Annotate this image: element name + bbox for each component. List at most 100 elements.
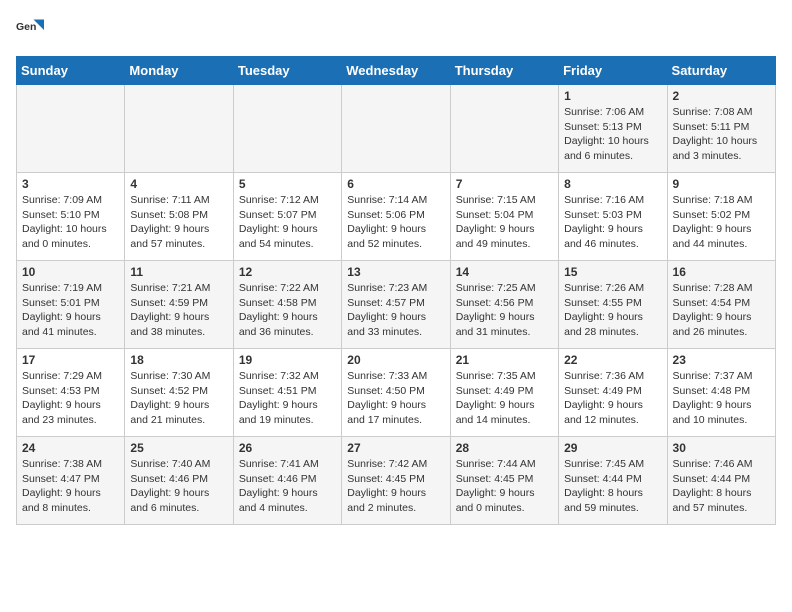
daylight-label: Daylight: 9 hours and 44 minutes. [673, 223, 752, 250]
day-info: Sunrise: 7:38 AM Sunset: 4:47 PM Dayligh… [22, 457, 119, 516]
weekday-header-row: SundayMondayTuesdayWednesdayThursdayFrid… [17, 57, 776, 85]
day-info: Sunrise: 7:23 AM Sunset: 4:57 PM Dayligh… [347, 281, 444, 340]
weekday-header: Friday [559, 57, 667, 85]
calendar-cell: 21 Sunrise: 7:35 AM Sunset: 4:49 PM Dayl… [450, 349, 558, 437]
sunrise-label: Sunrise: 7:35 AM [456, 370, 536, 382]
daylight-label: Daylight: 9 hours and 0 minutes. [456, 487, 535, 514]
calendar-cell [450, 85, 558, 173]
calendar-cell: 22 Sunrise: 7:36 AM Sunset: 4:49 PM Dayl… [559, 349, 667, 437]
day-info: Sunrise: 7:18 AM Sunset: 5:02 PM Dayligh… [673, 193, 770, 252]
calendar-cell [125, 85, 233, 173]
day-number: 24 [22, 441, 119, 455]
daylight-label: Daylight: 8 hours and 59 minutes. [564, 487, 643, 514]
logo: Gen [16, 16, 48, 44]
day-info: Sunrise: 7:42 AM Sunset: 4:45 PM Dayligh… [347, 457, 444, 516]
sunrise-label: Sunrise: 7:12 AM [239, 194, 319, 206]
sunset-label: Sunset: 4:48 PM [673, 385, 751, 397]
sunset-label: Sunset: 4:44 PM [673, 473, 751, 485]
sunrise-label: Sunrise: 7:22 AM [239, 282, 319, 294]
day-info: Sunrise: 7:46 AM Sunset: 4:44 PM Dayligh… [673, 457, 770, 516]
calendar-cell: 29 Sunrise: 7:45 AM Sunset: 4:44 PM Dayl… [559, 437, 667, 525]
day-number: 8 [564, 177, 661, 191]
day-number: 20 [347, 353, 444, 367]
calendar-cell: 28 Sunrise: 7:44 AM Sunset: 4:45 PM Dayl… [450, 437, 558, 525]
weekday-header: Tuesday [233, 57, 341, 85]
day-info: Sunrise: 7:19 AM Sunset: 5:01 PM Dayligh… [22, 281, 119, 340]
daylight-label: Daylight: 9 hours and 12 minutes. [564, 399, 643, 426]
sunrise-label: Sunrise: 7:44 AM [456, 458, 536, 470]
calendar-cell: 11 Sunrise: 7:21 AM Sunset: 4:59 PM Dayl… [125, 261, 233, 349]
calendar-cell: 26 Sunrise: 7:41 AM Sunset: 4:46 PM Dayl… [233, 437, 341, 525]
sunrise-label: Sunrise: 7:33 AM [347, 370, 427, 382]
daylight-label: Daylight: 9 hours and 2 minutes. [347, 487, 426, 514]
calendar-cell: 7 Sunrise: 7:15 AM Sunset: 5:04 PM Dayli… [450, 173, 558, 261]
sunset-label: Sunset: 4:55 PM [564, 297, 642, 309]
sunset-label: Sunset: 4:44 PM [564, 473, 642, 485]
sunset-label: Sunset: 4:49 PM [456, 385, 534, 397]
day-number: 27 [347, 441, 444, 455]
calendar-cell: 4 Sunrise: 7:11 AM Sunset: 5:08 PM Dayli… [125, 173, 233, 261]
daylight-label: Daylight: 9 hours and 6 minutes. [130, 487, 209, 514]
day-number: 13 [347, 265, 444, 279]
sunset-label: Sunset: 5:04 PM [456, 209, 534, 221]
sunset-label: Sunset: 5:06 PM [347, 209, 425, 221]
sunset-label: Sunset: 4:45 PM [456, 473, 534, 485]
calendar-cell: 25 Sunrise: 7:40 AM Sunset: 4:46 PM Dayl… [125, 437, 233, 525]
calendar-cell: 24 Sunrise: 7:38 AM Sunset: 4:47 PM Dayl… [17, 437, 125, 525]
sunset-label: Sunset: 4:50 PM [347, 385, 425, 397]
sunrise-label: Sunrise: 7:30 AM [130, 370, 210, 382]
daylight-label: Daylight: 9 hours and 46 minutes. [564, 223, 643, 250]
daylight-label: Daylight: 9 hours and 31 minutes. [456, 311, 535, 338]
day-info: Sunrise: 7:33 AM Sunset: 4:50 PM Dayligh… [347, 369, 444, 428]
day-number: 15 [564, 265, 661, 279]
day-number: 26 [239, 441, 336, 455]
day-number: 21 [456, 353, 553, 367]
sunrise-label: Sunrise: 7:26 AM [564, 282, 644, 294]
calendar-cell: 23 Sunrise: 7:37 AM Sunset: 4:48 PM Dayl… [667, 349, 775, 437]
calendar-cell: 6 Sunrise: 7:14 AM Sunset: 5:06 PM Dayli… [342, 173, 450, 261]
calendar-cell: 18 Sunrise: 7:30 AM Sunset: 4:52 PM Dayl… [125, 349, 233, 437]
sunrise-label: Sunrise: 7:42 AM [347, 458, 427, 470]
daylight-label: Daylight: 10 hours and 6 minutes. [564, 135, 649, 162]
calendar-cell: 10 Sunrise: 7:19 AM Sunset: 5:01 PM Dayl… [17, 261, 125, 349]
daylight-label: Daylight: 10 hours and 3 minutes. [673, 135, 758, 162]
day-info: Sunrise: 7:08 AM Sunset: 5:11 PM Dayligh… [673, 105, 770, 164]
day-info: Sunrise: 7:26 AM Sunset: 4:55 PM Dayligh… [564, 281, 661, 340]
day-info: Sunrise: 7:09 AM Sunset: 5:10 PM Dayligh… [22, 193, 119, 252]
daylight-label: Daylight: 9 hours and 36 minutes. [239, 311, 318, 338]
day-info: Sunrise: 7:40 AM Sunset: 4:46 PM Dayligh… [130, 457, 227, 516]
day-number: 22 [564, 353, 661, 367]
calendar-table: SundayMondayTuesdayWednesdayThursdayFrid… [16, 56, 776, 525]
sunset-label: Sunset: 4:59 PM [130, 297, 208, 309]
daylight-label: Daylight: 8 hours and 57 minutes. [673, 487, 752, 514]
sunrise-label: Sunrise: 7:38 AM [22, 458, 102, 470]
weekday-header: Monday [125, 57, 233, 85]
calendar-cell: 20 Sunrise: 7:33 AM Sunset: 4:50 PM Dayl… [342, 349, 450, 437]
day-info: Sunrise: 7:41 AM Sunset: 4:46 PM Dayligh… [239, 457, 336, 516]
sunrise-label: Sunrise: 7:23 AM [347, 282, 427, 294]
day-info: Sunrise: 7:37 AM Sunset: 4:48 PM Dayligh… [673, 369, 770, 428]
sunrise-label: Sunrise: 7:29 AM [22, 370, 102, 382]
day-number: 2 [673, 89, 770, 103]
day-number: 23 [673, 353, 770, 367]
sunset-label: Sunset: 4:58 PM [239, 297, 317, 309]
sunset-label: Sunset: 4:49 PM [564, 385, 642, 397]
sunset-label: Sunset: 5:11 PM [673, 121, 750, 133]
sunset-label: Sunset: 4:56 PM [456, 297, 534, 309]
calendar-cell: 9 Sunrise: 7:18 AM Sunset: 5:02 PM Dayli… [667, 173, 775, 261]
sunrise-label: Sunrise: 7:15 AM [456, 194, 536, 206]
day-info: Sunrise: 7:16 AM Sunset: 5:03 PM Dayligh… [564, 193, 661, 252]
day-number: 7 [456, 177, 553, 191]
sunrise-label: Sunrise: 7:45 AM [564, 458, 644, 470]
day-info: Sunrise: 7:35 AM Sunset: 4:49 PM Dayligh… [456, 369, 553, 428]
sunrise-label: Sunrise: 7:18 AM [673, 194, 753, 206]
sunrise-label: Sunrise: 7:46 AM [673, 458, 753, 470]
day-number: 3 [22, 177, 119, 191]
daylight-label: Daylight: 9 hours and 19 minutes. [239, 399, 318, 426]
sunset-label: Sunset: 4:54 PM [673, 297, 751, 309]
sunset-label: Sunset: 4:51 PM [239, 385, 317, 397]
daylight-label: Daylight: 10 hours and 0 minutes. [22, 223, 107, 250]
daylight-label: Daylight: 9 hours and 49 minutes. [456, 223, 535, 250]
daylight-label: Daylight: 9 hours and 17 minutes. [347, 399, 426, 426]
sunset-label: Sunset: 4:46 PM [239, 473, 317, 485]
